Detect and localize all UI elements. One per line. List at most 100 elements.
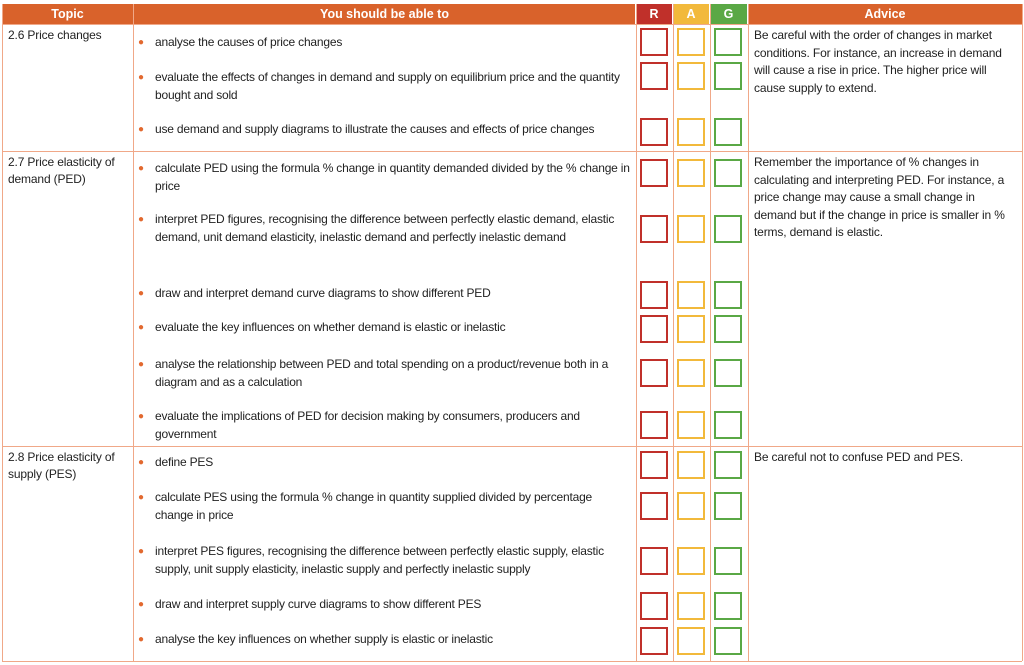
objective-item: ● define PES: [138, 454, 633, 472]
rag-checkbox-amber[interactable]: [677, 547, 705, 575]
objective-item: ● evaluate the effects of changes in dema…: [138, 69, 633, 104]
objective-text: analyse the causes of price changes: [155, 35, 343, 49]
rag-checkbox-red[interactable]: [640, 159, 668, 187]
objective-item: ● analyse the relationship between PED an…: [138, 356, 633, 391]
rag-checkbox-amber[interactable]: [677, 627, 705, 655]
rag-checkbox-red[interactable]: [640, 492, 668, 520]
objective-text: define PES: [155, 455, 214, 469]
header-a: A: [673, 4, 709, 24]
bullet-icon: ●: [138, 72, 144, 83]
rag-checkbox-red[interactable]: [640, 627, 668, 655]
rag-checkbox-amber[interactable]: [677, 62, 705, 90]
objective-text: analyse the relationship between PED and…: [155, 357, 609, 389]
rag-checkbox-amber[interactable]: [677, 28, 705, 56]
rag-checkbox-red[interactable]: [640, 592, 668, 620]
objective-item: ● draw and interpret demand curve diagram…: [138, 285, 633, 303]
rag-checkbox-red[interactable]: [640, 118, 668, 146]
column-divider: [673, 4, 674, 661]
objective-text: draw and interpret demand curve diagrams…: [155, 286, 491, 300]
rag-checkbox-amber[interactable]: [677, 492, 705, 520]
rag-checkbox-amber[interactable]: [677, 315, 705, 343]
column-divider: [636, 4, 637, 661]
rag-checkbox-amber[interactable]: [677, 592, 705, 620]
topic-cell: 2.8 Price elasticity of supply (PES): [8, 450, 115, 481]
bullet-icon: ●: [138, 492, 144, 503]
bullet-icon: ●: [138, 411, 144, 422]
bullet-icon: ●: [138, 124, 144, 135]
advice-cell: Be careful not to confuse PED and PES.: [754, 450, 964, 464]
rag-checkbox-green[interactable]: [714, 451, 742, 479]
objective-item: ● interpret PES figures, recognising the …: [138, 543, 633, 578]
rag-checkbox-red[interactable]: [640, 547, 668, 575]
advice-cell: Remember the importance of % changes in …: [754, 155, 1005, 239]
header-advice: Advice: [748, 4, 1022, 24]
column-divider: [1022, 4, 1023, 661]
rag-checkbox-red[interactable]: [640, 281, 668, 309]
rag-checkbox-amber[interactable]: [677, 451, 705, 479]
rag-checkbox-green[interactable]: [714, 159, 742, 187]
rag-checkbox-red[interactable]: [640, 411, 668, 439]
rag-checkbox-amber[interactable]: [677, 159, 705, 187]
rag-checkbox-green[interactable]: [714, 359, 742, 387]
objective-text: interpret PED figures, recognising the d…: [155, 212, 615, 244]
row-divider: [2, 661, 1022, 662]
objective-item: ● use demand and supply diagrams to illus…: [138, 121, 633, 139]
rag-checkbox-amber[interactable]: [677, 411, 705, 439]
rag-checklist-table: Topic You should be able to R A G Advice…: [0, 0, 1024, 665]
bullet-icon: ●: [138, 546, 144, 557]
rag-checkbox-green[interactable]: [714, 215, 742, 243]
topic-cell: 2.7 Price elasticity of demand (PED): [8, 155, 115, 186]
objective-text: evaluate the key influences on whether d…: [155, 320, 506, 334]
bullet-icon: ●: [138, 288, 144, 299]
rag-checkbox-green[interactable]: [714, 281, 742, 309]
rag-checkbox-red[interactable]: [640, 215, 668, 243]
rag-checkbox-red[interactable]: [640, 451, 668, 479]
header-r: R: [636, 4, 672, 24]
rag-checkbox-red[interactable]: [640, 28, 668, 56]
header-objectives: You should be able to: [134, 4, 635, 24]
row-divider: [2, 24, 1022, 25]
header-g: G: [710, 4, 747, 24]
objective-text: evaluate the implications of PED for dec…: [155, 409, 580, 441]
rag-checkbox-green[interactable]: [714, 492, 742, 520]
advice-cell: Be careful with the order of changes in …: [754, 28, 1002, 95]
objective-text: calculate PES using the formula % change…: [155, 490, 593, 522]
rag-checkbox-green[interactable]: [714, 62, 742, 90]
rag-checkbox-green[interactable]: [714, 411, 742, 439]
rag-checkbox-green[interactable]: [714, 315, 742, 343]
header-topic: Topic: [2, 4, 133, 24]
bullet-icon: ●: [138, 599, 144, 610]
column-divider: [133, 4, 134, 661]
rag-checkbox-red[interactable]: [640, 315, 668, 343]
objective-item: ● evaluate the implications of PED for de…: [138, 408, 633, 443]
rag-checkbox-amber[interactable]: [677, 118, 705, 146]
objective-text: interpret PES figures, recognising the d…: [155, 544, 604, 576]
rag-checkbox-red[interactable]: [640, 359, 668, 387]
rag-checkbox-green[interactable]: [714, 28, 742, 56]
objective-item: ● calculate PED using the formula % chang…: [138, 160, 633, 195]
bullet-icon: ●: [138, 214, 144, 225]
objective-text: analyse the key influences on whether su…: [155, 632, 493, 646]
bullet-icon: ●: [138, 37, 144, 48]
row-divider: [2, 151, 1022, 152]
bullet-icon: ●: [138, 634, 144, 645]
rag-checkbox-green[interactable]: [714, 627, 742, 655]
objective-text: calculate PED using the formula % change…: [155, 161, 630, 193]
objective-text: evaluate the effects of changes in deman…: [155, 70, 620, 102]
rag-checkbox-amber[interactable]: [677, 359, 705, 387]
rag-checkbox-amber[interactable]: [677, 215, 705, 243]
rag-checkbox-green[interactable]: [714, 547, 742, 575]
rag-checkbox-red[interactable]: [640, 62, 668, 90]
topic-cell: 2.6 Price changes: [8, 28, 102, 42]
objective-item: ● analyse the key influences on whether s…: [138, 631, 633, 649]
rag-checkbox-green[interactable]: [714, 118, 742, 146]
rag-checkbox-amber[interactable]: [677, 281, 705, 309]
bullet-icon: ●: [138, 359, 144, 370]
bullet-icon: ●: [138, 163, 144, 174]
objective-item: ● calculate PES using the formula % chang…: [138, 489, 633, 524]
bullet-icon: ●: [138, 322, 144, 333]
bullet-icon: ●: [138, 457, 144, 468]
objective-text: draw and interpret supply curve diagrams…: [155, 597, 482, 611]
rag-checkbox-green[interactable]: [714, 592, 742, 620]
column-divider: [710, 4, 711, 661]
